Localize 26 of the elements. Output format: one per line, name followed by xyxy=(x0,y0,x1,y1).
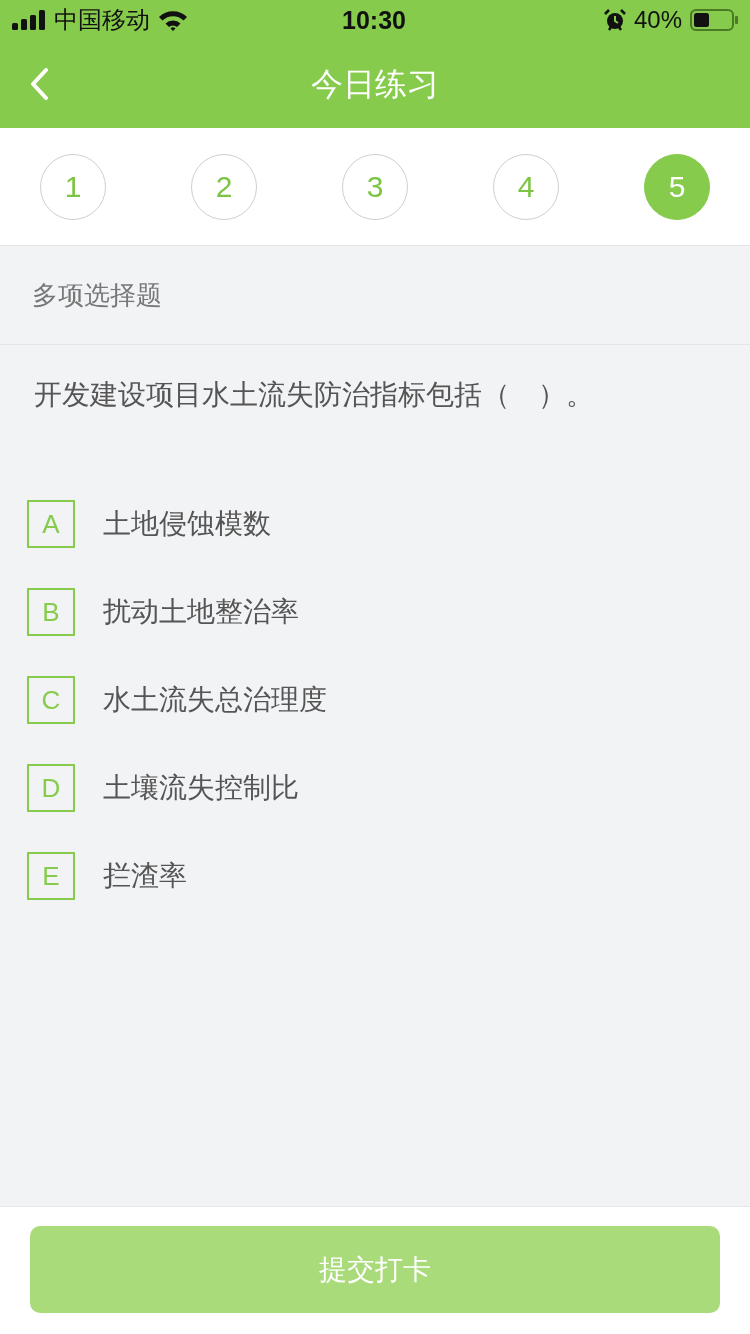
question-number-tab[interactable]: 1 xyxy=(40,153,106,220)
signal-icon xyxy=(12,10,46,30)
option-text[interactable]: 土壤流失控制比 xyxy=(103,774,299,802)
carrier-name: 中国移动 xyxy=(54,8,150,32)
option-text[interactable]: 扰动土地整治率 xyxy=(103,598,299,626)
option-letter-checkbox[interactable]: B xyxy=(27,588,75,636)
option-text[interactable]: 土地侵蚀模数 xyxy=(103,510,271,538)
option-letter-checkbox[interactable]: E xyxy=(27,852,75,900)
question-type-label: 多项选择题 xyxy=(32,282,162,308)
question-number-tab[interactable]: 5 xyxy=(644,153,710,220)
option-letter-checkbox[interactable]: D xyxy=(27,764,75,812)
option-text[interactable]: 水土流失总治理度 xyxy=(103,686,327,714)
question-text: 开发建设项目水土流失防治指标包括（ ）。 xyxy=(34,378,595,412)
option-letter-checkbox[interactable]: C xyxy=(27,676,75,724)
question-number-tab[interactable]: 3 xyxy=(342,153,408,220)
status-time: 10:30 xyxy=(342,7,406,33)
option-text[interactable]: 拦渣率 xyxy=(103,862,187,890)
question-number-tab[interactable]: 4 xyxy=(493,153,559,220)
option-letter-checkbox[interactable]: A xyxy=(27,500,75,548)
question-number-tab[interactable]: 2 xyxy=(191,153,257,220)
battery-percent: 40% xyxy=(633,8,682,32)
page-title: 今日练习 xyxy=(311,68,439,100)
alarm-clock-icon xyxy=(603,9,626,31)
battery-icon xyxy=(690,9,738,31)
back-icon[interactable] xyxy=(29,68,49,100)
wifi-icon xyxy=(158,9,188,31)
